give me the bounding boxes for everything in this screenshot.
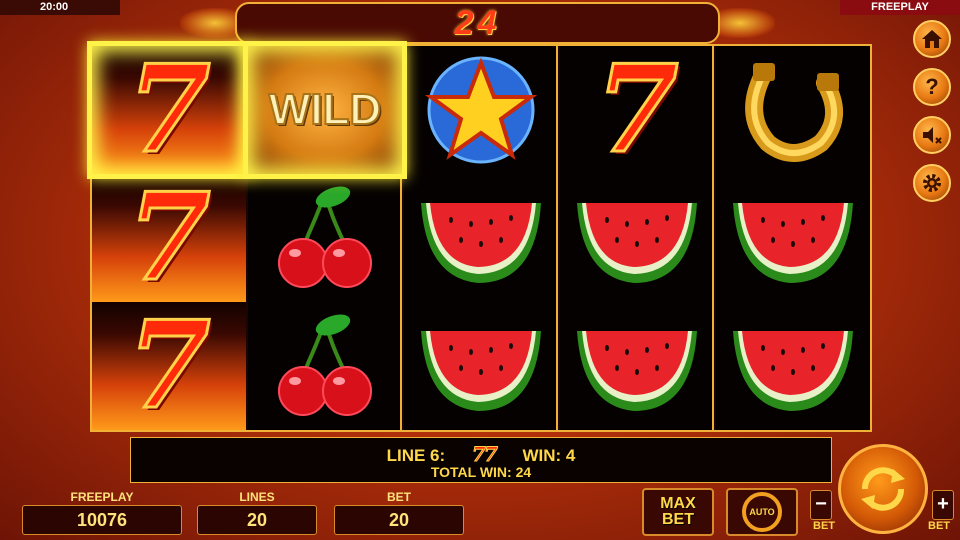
symbol-cherry <box>248 302 402 430</box>
reel-3 <box>404 46 558 430</box>
freeplay-balance: 10076 <box>22 505 182 535</box>
home-icon <box>922 30 942 48</box>
star-icon <box>424 56 538 164</box>
symbol-watermelon <box>560 174 714 302</box>
symbol-seven: 7 <box>92 174 246 302</box>
watermelon-icon <box>577 203 697 283</box>
settings-icon <box>923 174 941 192</box>
watermelon-icon <box>733 331 853 411</box>
max-bet-button[interactable]: MAX BET <box>642 488 714 536</box>
cherry-icon <box>278 186 372 288</box>
seven-label: 7 <box>594 39 680 180</box>
help-button[interactable]: ? <box>913 68 951 106</box>
total-win-display: 24 <box>235 2 720 44</box>
reel-4: 7 <box>560 46 714 430</box>
symbol-seven: 7 <box>87 39 251 180</box>
reel-2: WILD <box>243 41 407 430</box>
max-bet-text: MAX BET <box>660 496 696 528</box>
symbol-watermelon <box>716 174 870 302</box>
horseshoe-icon <box>745 63 844 162</box>
mode-badge: FREEPLAY <box>840 0 960 15</box>
symbol-watermelon <box>560 302 714 430</box>
sound-off-icon <box>923 127 942 144</box>
reel-5 <box>716 46 870 430</box>
bet-decrease-button[interactable]: − <box>810 490 832 520</box>
symbol-seven: 7 <box>560 46 714 174</box>
max-bet-line2: BET <box>662 511 694 528</box>
sound-toggle-button[interactable] <box>913 116 951 154</box>
lines-label: LINES <box>239 490 275 504</box>
wild-label: WILD <box>268 84 382 135</box>
reel-area: 7 7 7 WILD 7 <box>87 39 872 432</box>
auto-label: AUTO <box>749 507 775 517</box>
cherry-icon <box>278 314 372 416</box>
bet-increase-label: BET <box>928 520 950 532</box>
freeplay-label: FREEPLAY <box>70 490 134 504</box>
spin-icon <box>861 467 905 511</box>
seven-label: 7 <box>126 295 212 436</box>
line-label: LINE 6: <box>386 446 446 465</box>
auto-spin-button[interactable]: AUTO <box>726 488 798 536</box>
reel-1: 7 7 7 <box>87 39 251 430</box>
settings-button[interactable] <box>913 164 951 202</box>
watermelon-icon <box>421 203 541 283</box>
seven-label: 7 <box>126 39 212 180</box>
clock: 20:00 <box>0 0 120 15</box>
win-panel: LINE 6: 77 WIN: 4 TOTAL WIN: 24 <box>130 437 832 483</box>
lines-value[interactable]: 20 <box>197 505 317 535</box>
line-win-label: WIN: 4 <box>522 446 576 465</box>
bet-decrease-label: BET <box>813 520 835 532</box>
seven-label: 7 <box>126 167 212 308</box>
symbol-watermelon <box>404 174 558 302</box>
home-button[interactable] <box>913 20 951 58</box>
total-win-label: TOTAL WIN: 24 <box>430 464 532 480</box>
symbol-cherry <box>248 174 402 302</box>
spin-button[interactable] <box>838 444 928 534</box>
line-win-row: LINE 6: 77 WIN: 4 <box>131 442 831 467</box>
bet-label: BET <box>387 490 411 504</box>
help-icon: ? <box>925 74 939 99</box>
line-symbols: 77 <box>471 442 498 467</box>
symbol-watermelon <box>716 302 870 430</box>
watermelon-icon <box>733 203 853 283</box>
autoplay-icon: AUTO <box>742 492 782 532</box>
symbol-horseshoe <box>716 46 870 174</box>
bet-value[interactable]: 20 <box>334 505 464 535</box>
symbol-seven: 7 <box>92 302 246 430</box>
watermelon-icon <box>421 331 541 411</box>
symbol-watermelon <box>404 302 558 430</box>
max-bet-line1: MAX <box>660 495 696 512</box>
symbol-wild: WILD <box>243 41 407 179</box>
watermelon-icon <box>577 331 697 411</box>
bet-increase-button[interactable]: + <box>932 490 954 520</box>
symbol-star <box>404 46 558 174</box>
